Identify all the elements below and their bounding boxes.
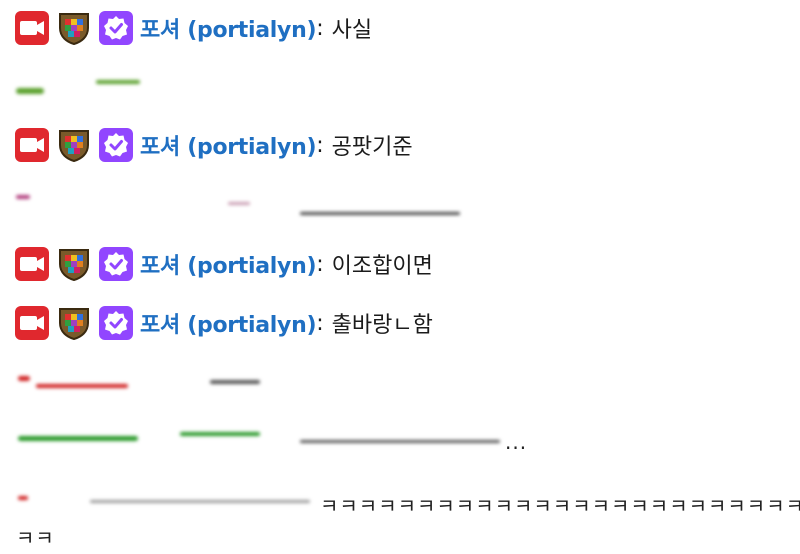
verified-check-badge-icon [99, 247, 133, 281]
chat-message: 포셔 (portialyn) : 출바랑ㄴ함 [14, 306, 433, 341]
chat-log: 포셔 (portialyn) : 사실 포셔 (portialyn) : 공팟기… [0, 0, 800, 554]
username[interactable]: 포셔 (portialyn) [140, 129, 317, 161]
crest-badge-icon [59, 308, 89, 341]
separator: : [316, 251, 324, 277]
camera-badge-icon [15, 247, 49, 281]
username[interactable]: 포셔 (portialyn) [140, 307, 317, 339]
blurred-message [210, 380, 260, 384]
ellipsis-text: ... [505, 430, 528, 454]
separator: : [316, 310, 324, 336]
blurred-message [36, 384, 128, 388]
crest-badge-icon [59, 13, 89, 46]
blurred-message [90, 500, 310, 503]
separator: : [316, 132, 324, 158]
blurred-message [16, 195, 30, 199]
blurred-message [18, 436, 138, 441]
message-text: 사실 [331, 18, 373, 43]
blurred-message [16, 88, 44, 94]
message-text: ㅋㅋㅋㅋㅋㅋㅋㅋㅋㅋㅋㅋㅋㅋㅋㅋㅋㅋㅋㅋㅋㅋㅋㅋㅋ [320, 494, 800, 518]
blurred-message [300, 440, 500, 443]
message-text: 출바랑ㄴ함 [331, 313, 433, 338]
chat-message: 포셔 (portialyn) : 공팟기준 [14, 128, 413, 163]
blurred-message [18, 496, 28, 500]
crest-badge-icon [59, 130, 89, 163]
camera-badge-icon [15, 306, 49, 340]
separator: : [316, 15, 324, 41]
camera-badge-icon [15, 128, 49, 162]
crest-badge-icon [59, 249, 89, 282]
username[interactable]: 포셔 (portialyn) [140, 248, 317, 280]
blurred-message [300, 212, 460, 215]
blurred-message [18, 376, 30, 381]
message-text: 이조합이면 [331, 254, 433, 279]
verified-check-badge-icon [99, 306, 133, 340]
message-text: 공팟기준 [331, 135, 413, 160]
message-text: ㅋㅋ [16, 526, 55, 550]
blurred-message [228, 202, 250, 205]
chat-message: 포셔 (portialyn) : 이조합이면 [14, 247, 433, 282]
chat-message: 포셔 (portialyn) : 사실 [14, 11, 373, 46]
verified-check-badge-icon [99, 11, 133, 45]
username[interactable]: 포셔 (portialyn) [140, 12, 317, 44]
verified-check-badge-icon [99, 128, 133, 162]
blurred-message [96, 80, 140, 84]
blurred-message [180, 432, 260, 436]
camera-badge-icon [15, 11, 49, 45]
